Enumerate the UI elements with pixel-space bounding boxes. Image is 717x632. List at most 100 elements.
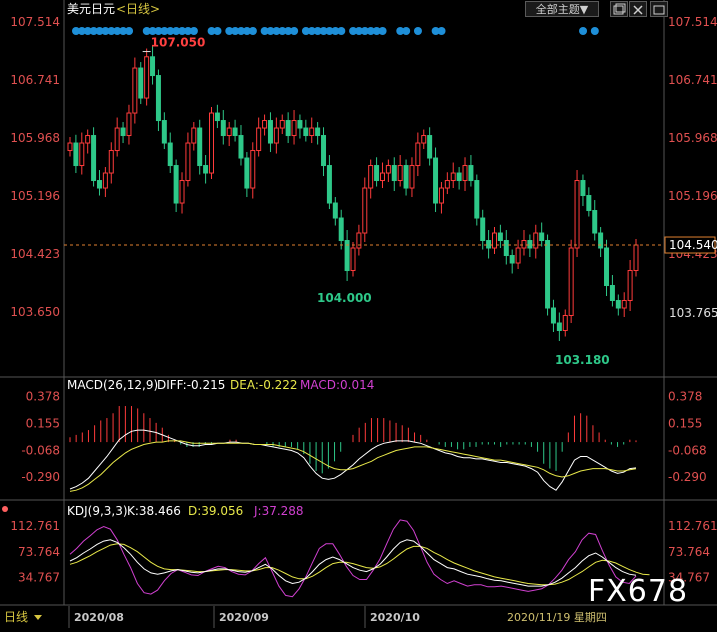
candle-body <box>609 285 615 302</box>
current-price-label: 104.540 <box>669 238 717 252</box>
candle-body <box>279 120 285 129</box>
candle-body <box>326 165 332 204</box>
candle-body <box>397 165 403 182</box>
macd-tick-left: -0.290 <box>21 470 60 484</box>
kdj-tick-right: 73.764 <box>668 545 710 559</box>
candle-body <box>604 247 610 287</box>
low-annotation-1: 104.000 <box>317 291 372 305</box>
candle-body <box>297 120 303 129</box>
options-icon[interactable] <box>650 1 668 17</box>
candle-body <box>161 120 167 144</box>
candle-body <box>492 232 497 249</box>
candle-body <box>521 240 527 249</box>
candle-body <box>126 112 132 137</box>
candle-body <box>592 210 598 234</box>
candle-body <box>102 172 108 189</box>
macd-tick-left: 0.155 <box>26 416 60 430</box>
candle-body <box>144 56 150 99</box>
candle-body <box>173 165 179 204</box>
event-dot <box>189 27 198 35</box>
candle-body <box>362 187 368 234</box>
candle-body <box>480 217 486 242</box>
event-dot <box>437 27 446 35</box>
chart-title: 美元日元 <box>67 2 115 16</box>
macd-tick-right: 0.378 <box>668 390 702 404</box>
candle-body <box>509 255 515 264</box>
candle-body <box>615 300 621 309</box>
candle-body <box>621 300 627 309</box>
candle-body <box>527 240 533 249</box>
candle-body <box>138 67 144 99</box>
macd-label: MACD(26,12,9) <box>67 378 158 392</box>
candle-body <box>368 165 374 189</box>
macd-diff-text: DIFF:-0.215 <box>157 378 225 392</box>
candle-body <box>586 195 592 212</box>
high-annotation: 107.050 <box>151 36 206 50</box>
x-date-label: 2020/11/19 星期四 <box>507 611 607 624</box>
candle-body <box>503 240 509 257</box>
candle-body <box>96 180 102 189</box>
kdj-tick-left: 112.761 <box>10 519 60 533</box>
candle-body <box>185 142 191 182</box>
kdj-j-text: J:37.288 <box>253 504 304 518</box>
event-dot <box>337 27 346 35</box>
candle-body <box>132 67 138 114</box>
candle-body <box>91 135 97 182</box>
candle-body <box>108 150 114 174</box>
candle-body <box>379 172 385 182</box>
macd-tick-right: 0.155 <box>668 416 702 430</box>
candle-body <box>315 127 321 137</box>
chart-root: 美元日元 <日线> 107.514 107.514 106.741 106.741 105.… <box>0 0 717 628</box>
candle-body <box>574 180 580 249</box>
candle-body <box>197 127 203 167</box>
theme-select[interactable]: 全部主题▼ <box>525 1 599 17</box>
event-dot <box>413 27 422 35</box>
candle-body <box>533 232 539 249</box>
macd-tick-left: -0.068 <box>21 443 60 457</box>
candle-body <box>409 165 415 189</box>
candle-body <box>191 127 197 144</box>
candle-body <box>545 240 551 309</box>
low-annotation-2: 103.180 <box>555 353 610 367</box>
event-dot <box>213 27 222 35</box>
chart-svg: 美元日元 <日线> 107.514 107.514 106.741 106.741 105.… <box>0 0 717 628</box>
right-price-label: 103.765 <box>669 306 717 320</box>
candle-body <box>150 56 156 77</box>
candle-body <box>250 150 256 189</box>
candle-body <box>497 232 503 242</box>
candle-body <box>203 165 209 174</box>
price-tick-right: 105.196 <box>668 189 717 203</box>
candle-body <box>155 75 161 122</box>
candle-body <box>562 315 568 332</box>
candle-body <box>267 120 273 144</box>
kdj-tick-left: 34.767 <box>18 571 60 585</box>
period-label: 日线 <box>4 610 28 624</box>
macd-dea-text: DEA:-0.222 <box>230 378 298 392</box>
candle-body <box>303 127 309 137</box>
event-dot <box>125 27 134 35</box>
close-icon[interactable] <box>629 1 647 17</box>
restore-icon[interactable] <box>610 1 628 17</box>
candle-body <box>456 172 462 182</box>
candle-body <box>598 232 604 249</box>
candle-body <box>415 142 421 167</box>
chart-period: <日线> <box>116 2 160 16</box>
x-label-oct: 2020/10 <box>370 611 420 624</box>
kdj-d-text: D:39.056 <box>188 504 243 518</box>
price-tick-left: 105.196 <box>10 189 60 203</box>
event-dot <box>248 27 257 35</box>
candle-body <box>220 120 226 137</box>
candle-body <box>486 240 492 249</box>
kdj-tick-right: 112.761 <box>668 519 717 533</box>
x-label-sep: 2020/09 <box>219 611 269 624</box>
candle-body <box>167 142 173 167</box>
price-tick-right: 105.968 <box>668 131 717 145</box>
candle-body <box>309 127 315 137</box>
kdj-k-text: K:38.466 <box>127 504 181 518</box>
kdj-marker-icon <box>2 506 8 512</box>
kdj-tick-left: 73.764 <box>18 545 60 559</box>
event-dot <box>590 27 599 35</box>
price-tick-left: 107.514 <box>10 15 60 29</box>
event-dot <box>402 27 411 35</box>
candle-body <box>179 180 185 204</box>
